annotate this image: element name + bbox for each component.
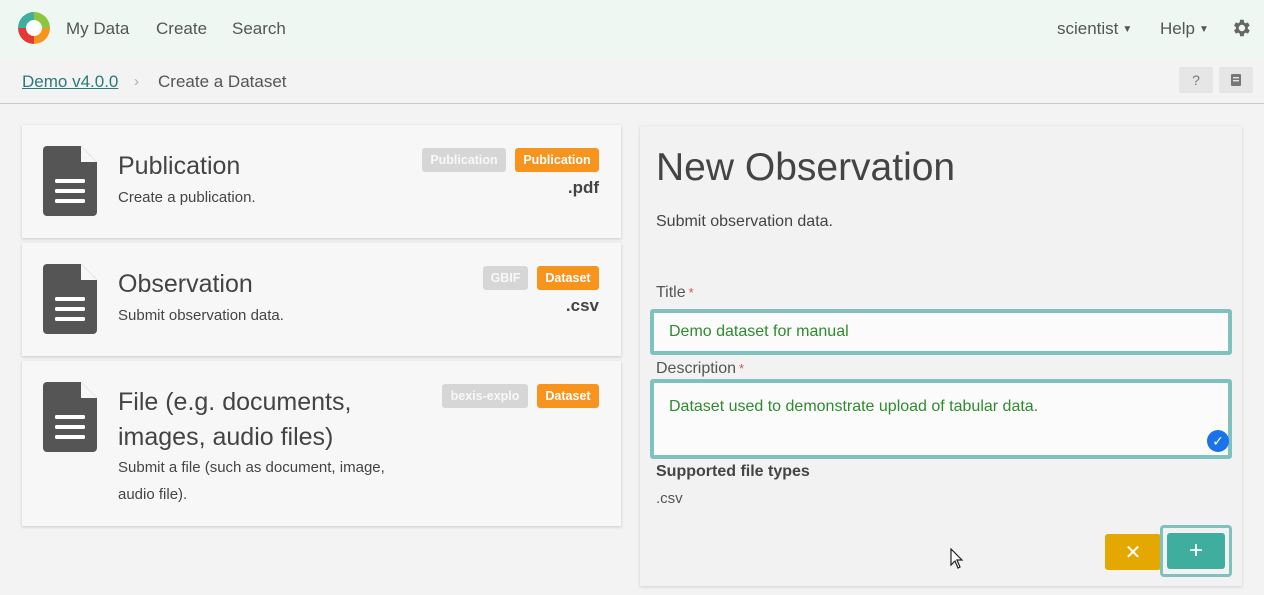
supported-file-types-label: Supported file types <box>656 463 810 480</box>
title-label-text: Title <box>656 284 686 301</box>
chevron-down-icon: ▼ <box>1198 24 1209 35</box>
card-observation[interactable]: Observation Submit observation data. GBI… <box>22 243 621 356</box>
cursor-icon <box>950 548 964 569</box>
file-extension: .csv <box>565 296 599 315</box>
nav-search[interactable]: Search <box>232 19 286 39</box>
cancel-button[interactable]: ✕ <box>1105 534 1161 570</box>
breadcrumb-root-link[interactable]: Demo v4.0.0 <box>22 72 118 92</box>
card-file[interactable]: File (e.g. documents, images, audio file… <box>22 361 621 526</box>
form-subtitle: Submit observation data. <box>656 213 833 230</box>
tag-badge: Publication <box>422 148 506 172</box>
tag-badge: bexis-explo <box>442 384 528 408</box>
top-navbar: My Data Create Search scientist ▼ Help ▼ <box>0 0 1264 58</box>
title-label: Title * <box>656 284 694 302</box>
form-heading: New Observation <box>656 146 956 189</box>
user-menu-label: scientist <box>1057 19 1119 38</box>
help-icon: ? <box>1192 72 1200 88</box>
required-mark: * <box>739 361 745 376</box>
type-badge: Dataset <box>537 384 599 408</box>
supported-file-types-value: .csv <box>656 490 683 507</box>
document-icon <box>43 382 97 452</box>
tag-badge: GBIF <box>483 266 528 290</box>
document-icon <box>43 264 97 334</box>
add-button-focus-ring: + <box>1160 525 1232 577</box>
breadcrumb-current: Create a Dataset <box>158 72 287 91</box>
card-description: Submit a file (such as document, image, … <box>118 459 385 503</box>
description-label: Description * <box>656 360 744 378</box>
manual-button[interactable] <box>1219 67 1253 93</box>
description-label-text: Description <box>656 360 737 377</box>
plus-icon: + <box>1188 537 1203 564</box>
file-extension: .pdf <box>567 178 599 197</box>
card-description: Create a publication. <box>118 189 256 206</box>
breadcrumb: Demo v4.0.0 › Create a Dataset ? <box>0 58 1264 104</box>
type-badge: Publication <box>515 148 599 172</box>
help-menu-label: Help <box>1160 19 1195 38</box>
help-menu[interactable]: Help ▼ <box>1160 19 1209 39</box>
title-input[interactable]: Demo dataset for manual <box>650 309 1232 355</box>
nav-my-data[interactable]: My Data <box>66 19 129 39</box>
document-icon <box>43 146 97 216</box>
type-badge: Dataset <box>537 266 599 290</box>
help-button[interactable]: ? <box>1179 67 1213 93</box>
close-icon: ✕ <box>1124 541 1142 564</box>
card-publication[interactable]: Publication Create a publication. Public… <box>22 125 621 238</box>
description-textarea[interactable]: Dataset used to demonstrate upload of ta… <box>650 379 1232 459</box>
check-icon: ✓ <box>1207 430 1229 452</box>
card-description: Submit observation data. <box>118 307 284 324</box>
card-title: Publication <box>118 152 241 180</box>
description-text: Dataset used to demonstrate upload of ta… <box>669 398 1039 415</box>
bexis-logo-icon[interactable] <box>17 11 51 45</box>
breadcrumb-separator: › <box>134 73 139 90</box>
user-menu[interactable]: scientist ▼ <box>1057 19 1132 39</box>
gear-icon[interactable] <box>1230 17 1252 39</box>
required-mark: * <box>688 285 694 300</box>
card-title: File (e.g. documents, images, audio file… <box>118 388 352 451</box>
card-title: Observation <box>118 270 253 298</box>
add-button[interactable]: + <box>1167 533 1225 569</box>
book-icon <box>1231 74 1241 86</box>
nav-create[interactable]: Create <box>156 19 207 39</box>
chevron-down-icon: ▼ <box>1122 24 1133 35</box>
new-observation-form: New Observation Submit observation data.… <box>640 126 1242 586</box>
